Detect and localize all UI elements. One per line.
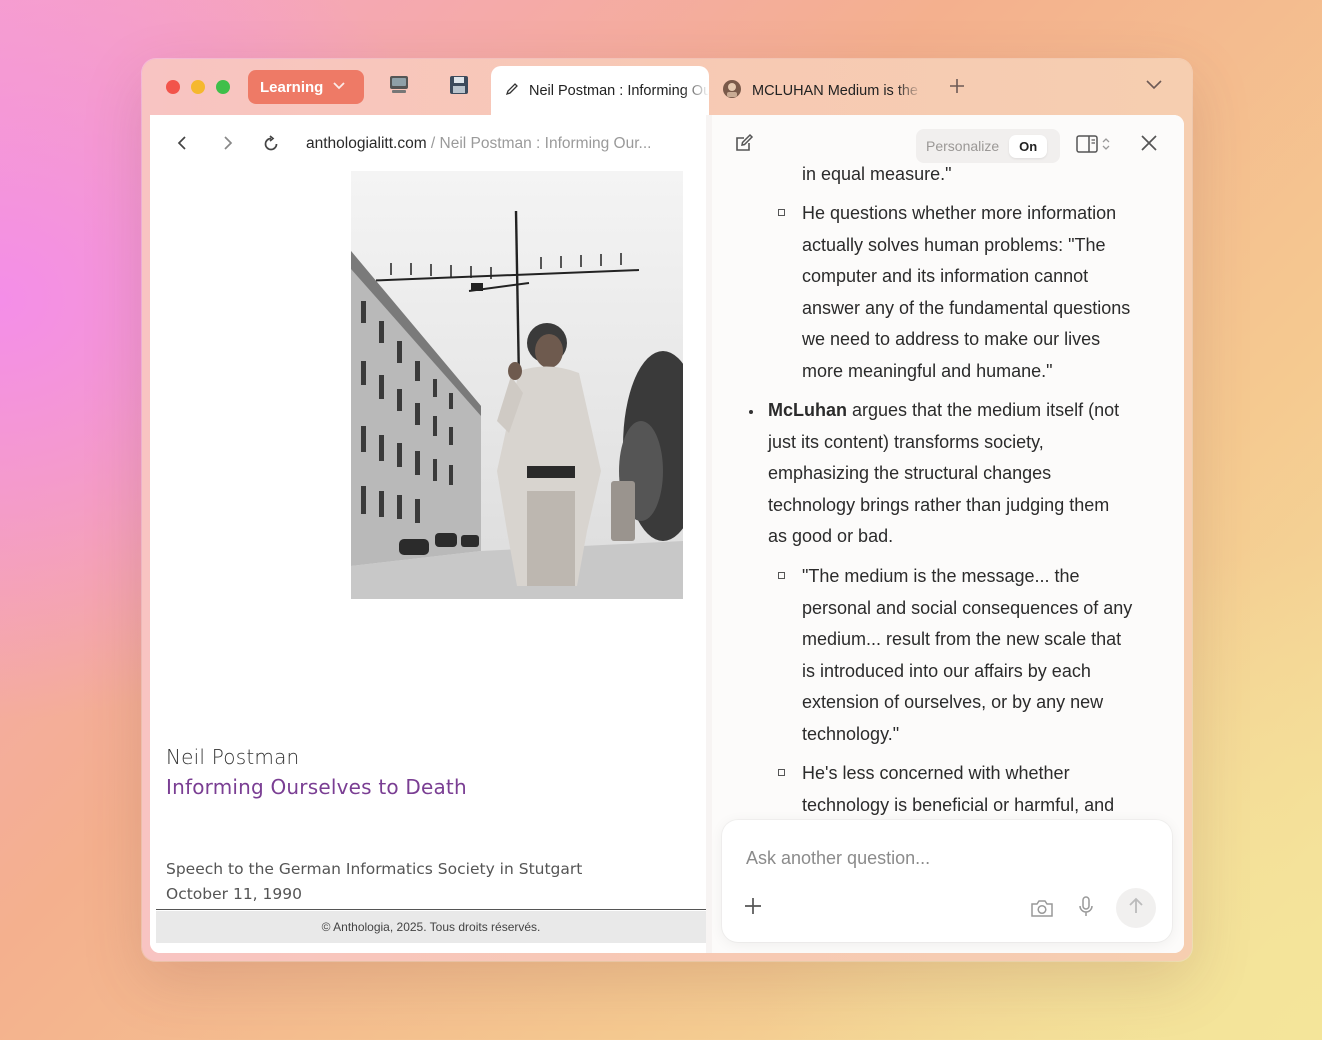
- document-title[interactable]: Informing Ourselves to Death: [166, 775, 467, 799]
- answer-line: "The medium is the message... the: [802, 566, 1080, 586]
- author-name: Neil Postman: [166, 745, 300, 769]
- address-bar: anthologialitt.com / Neil Postman : Info…: [150, 115, 706, 171]
- camera-icon: [1030, 900, 1054, 922]
- updown-chevron-icon: [1102, 137, 1110, 156]
- arrow-up-icon: [1128, 897, 1144, 920]
- mcluhan-favicon: [722, 79, 742, 103]
- answer-line: computer and its information cannot: [802, 266, 1089, 287]
- sub-bullet-icon: [778, 769, 785, 776]
- postman-photo: [351, 171, 683, 599]
- send-button[interactable]: [1116, 888, 1156, 928]
- sidebar-layout-button[interactable]: [1076, 135, 1110, 158]
- answer-line: extension of ourselves, or by any new: [802, 692, 1104, 713]
- close-window-button[interactable]: [166, 80, 180, 94]
- page-footer: © Anthologia, 2025. Tous droits réservés…: [156, 911, 706, 943]
- plus-icon: [744, 898, 762, 919]
- zoom-window-button[interactable]: [216, 80, 230, 94]
- speech-details: Speech to the German Informatics Society…: [166, 857, 582, 907]
- personalize-toggle[interactable]: Personalize On: [916, 129, 1060, 163]
- answer-line: technology.": [802, 723, 900, 744]
- answer-line: is introduced into our affairs by each: [802, 660, 1091, 681]
- speech-date: October 11, 1990: [166, 885, 302, 903]
- attach-button[interactable]: [744, 897, 762, 920]
- answer-line: actually solves human problems: "The: [802, 234, 1106, 255]
- chevron-down-icon: [333, 81, 345, 93]
- chevron-down-icon: [1146, 77, 1162, 94]
- minimize-window-button[interactable]: [191, 80, 205, 94]
- answer-line: McLuhan argues that the medium itself (n…: [768, 395, 1168, 427]
- forward-button[interactable]: [222, 135, 234, 156]
- screenshot-button[interactable]: [1030, 898, 1054, 923]
- floppy-disk-icon: [449, 75, 469, 100]
- answer-line: personal and social consequences of any: [802, 597, 1133, 618]
- space-selector[interactable]: Learning: [248, 70, 364, 104]
- url-host: anthologialitt.com: [306, 135, 427, 152]
- answer-text: argues that the medium itself (not: [847, 400, 1120, 420]
- answer-line: in equal measure.": [802, 165, 952, 184]
- url-field[interactable]: anthologialitt.com / Neil Postman : Info…: [306, 135, 696, 153]
- answer-line: technology brings rather than judging th…: [768, 494, 1110, 515]
- personalize-state: On: [1009, 134, 1048, 158]
- chevron-right-icon: [222, 136, 234, 155]
- reload-button[interactable]: [262, 135, 280, 158]
- list-item: He questions whether more information ac…: [802, 198, 1172, 388]
- answer-line: as good or bad.: [768, 526, 894, 547]
- sub-bullet-icon: [778, 572, 785, 579]
- answer-line: emphasizing the structural changes: [768, 463, 1052, 484]
- space-label: Learning: [260, 78, 324, 96]
- reload-icon: [262, 135, 280, 157]
- pinned-tab-floppy[interactable]: [445, 73, 473, 101]
- question-input-box[interactable]: Ask another question...: [722, 820, 1172, 942]
- sidebar-icon: [1076, 135, 1098, 158]
- answer-line: medium... result from the new scale that: [802, 629, 1122, 650]
- answer-line: just its content) transforms society,: [768, 431, 1044, 452]
- content-area: anthologialitt.com / Neil Postman : Info…: [150, 115, 1184, 953]
- personalize-label: Personalize: [926, 138, 1000, 154]
- plus-icon: [948, 75, 966, 100]
- web-page-pane: anthologialitt.com / Neil Postman : Info…: [150, 115, 706, 953]
- new-chat-button[interactable]: [734, 133, 754, 158]
- tab-mcluhan[interactable]: MCLUHAN Medium is the message: [722, 66, 922, 115]
- list-item: "The medium is the message... the person…: [802, 561, 1172, 751]
- answer-line: He's less concerned with whether: [802, 763, 1070, 783]
- answer-line: technology is beneficial or harmful, and: [802, 794, 1115, 815]
- answer-line: He questions whether more information: [802, 203, 1117, 223]
- speech-venue: Speech to the German Informatics Society…: [166, 860, 583, 878]
- title-bar: Learning Neil Postman: Informing Ou MCL…: [142, 59, 1192, 115]
- assistant-answer: in equal measure." He questions whether …: [712, 165, 1184, 875]
- tab-neil-postman[interactable]: Neil Postman : Informing Ourselves to De…: [491, 66, 709, 115]
- url-path: / Neil Postman : Informing Our...: [426, 135, 652, 152]
- new-tab-button[interactable]: [948, 75, 966, 101]
- answer-line: answer any of the fundamental questions: [802, 297, 1131, 318]
- answer-line: we need to address to make our lives: [802, 329, 1101, 350]
- pinned-tab-computer[interactable]: [385, 73, 413, 101]
- close-sidebar-button[interactable]: [1140, 134, 1158, 157]
- answer-line: more meaningful and humane.": [802, 360, 1053, 381]
- footer-divider: [156, 909, 706, 910]
- tab-title: Neil Postman : Informing Ourselves to De…: [529, 82, 709, 99]
- chevron-left-icon: [176, 136, 188, 155]
- list-item: McLuhan argues that the medium itself (n…: [768, 395, 1168, 553]
- sub-bullet-icon: [778, 209, 785, 216]
- close-icon: [1140, 135, 1158, 156]
- bold-term: McLuhan: [768, 400, 847, 420]
- microphone-icon: [1078, 896, 1094, 922]
- compose-icon: [734, 133, 754, 157]
- tab-title: MCLUHAN Medium is the message: [752, 82, 922, 99]
- list-item: He's less concerned with whether technol…: [802, 758, 1172, 821]
- assistant-sidebar: Personalize On in equal measure." He que…: [712, 115, 1184, 953]
- pencil-icon: [505, 82, 519, 100]
- voice-button[interactable]: [1078, 896, 1094, 923]
- bullet-icon: [749, 410, 753, 414]
- back-button[interactable]: [176, 135, 188, 156]
- tab-list-button[interactable]: [1146, 77, 1162, 95]
- computer-icon: [388, 75, 410, 100]
- browser-window: Learning Neil Postman: Informing Ou MCL…: [142, 59, 1192, 961]
- question-input[interactable]: Ask another question...: [746, 848, 930, 869]
